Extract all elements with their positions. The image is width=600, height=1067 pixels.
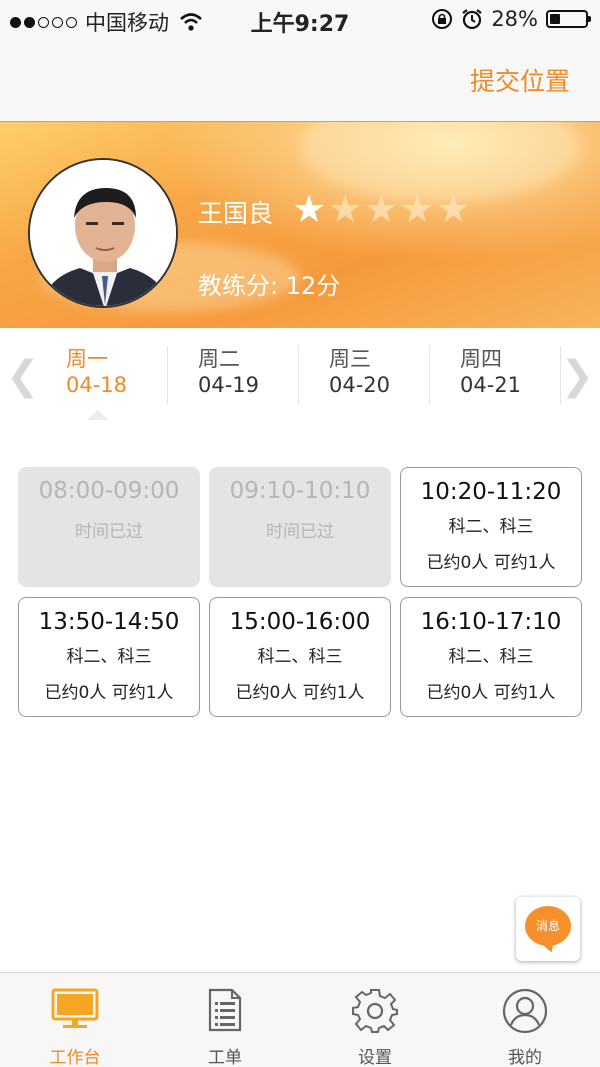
- slot-subjects: 科二、科三: [257, 647, 343, 667]
- tab-work-order[interactable]: 工单: [150, 973, 300, 1067]
- day-tab-0[interactable]: 周一 04-18: [34, 346, 164, 404]
- score-value: 12分: [285, 272, 341, 300]
- day-name: 周四: [460, 347, 502, 371]
- day-name: 周一: [66, 347, 108, 371]
- tab-workbench[interactable]: 工作台: [0, 973, 150, 1067]
- star-icon: ★: [292, 187, 327, 231]
- slot-counts: 已约0人 可约1人: [426, 683, 556, 703]
- alarm-icon: [462, 9, 482, 30]
- avatar: [28, 158, 178, 308]
- score-label: 教练分:: [198, 272, 279, 300]
- time-slot[interactable]: 15:00-16:00 科二、科三 已约0人 可约1人: [209, 597, 391, 717]
- rating-stars: ★ ★ ★ ★ ★: [292, 190, 470, 228]
- chevron-right-icon[interactable]: ❯: [560, 356, 594, 396]
- slot-time: 15:00-16:00: [229, 609, 371, 635]
- tab-profile[interactable]: 我的: [450, 973, 600, 1067]
- tab-label: 工作台: [49, 1048, 101, 1067]
- nav-bar: 提交位置: [0, 40, 600, 122]
- day-tab-2[interactable]: 周三 04-20: [297, 346, 427, 404]
- time-slot: 08:00-09:00 时间已过: [18, 467, 200, 587]
- gear-icon: [352, 989, 398, 1033]
- tab-label: 工单: [208, 1048, 242, 1067]
- orientation-lock-icon: [432, 9, 453, 29]
- slot-time: 09:10-10:10: [229, 478, 371, 504]
- time-slot: 09:10-10:10 时间已过: [209, 467, 391, 587]
- tab-bar: 工作台 工单 设置 我的: [0, 972, 600, 1067]
- chat-bubble-icon: 消息: [525, 906, 571, 946]
- coach-photo: [30, 160, 176, 306]
- tab-label: 设置: [358, 1048, 392, 1067]
- week-selector: ❮ 周一 04-18 周二 04-19 周三 04-20 周四 04-21 ❯: [0, 328, 600, 420]
- document-icon: [208, 988, 242, 1032]
- day-name: 周三: [329, 347, 371, 371]
- battery-icon: [546, 10, 591, 28]
- slot-status: 时间已过: [75, 522, 143, 542]
- tab-settings[interactable]: 设置: [300, 973, 450, 1067]
- active-day-caret: [87, 410, 109, 420]
- slot-counts: 已约0人 可约1人: [235, 683, 365, 703]
- star-icon: ★: [436, 187, 471, 231]
- coach-header: 王国良 ★ ★ ★ ★ ★ 教练分: 12分: [0, 122, 600, 328]
- coach-score: 教练分: 12分: [198, 266, 340, 301]
- monitor-icon: [51, 988, 99, 1028]
- day-tab-3[interactable]: 周四 04-21: [428, 346, 558, 404]
- submit-location-button[interactable]: 提交位置: [470, 62, 570, 98]
- time-slot[interactable]: 13:50-14:50 科二、科三 已约0人 可约1人: [18, 597, 200, 717]
- tab-label: 我的: [508, 1048, 542, 1067]
- star-icon: ★: [364, 187, 399, 231]
- slot-time: 16:10-17:10: [420, 609, 562, 635]
- slot-counts: 已约0人 可约1人: [426, 553, 556, 573]
- time-slot[interactable]: 16:10-17:10 科二、科三 已约0人 可约1人: [400, 597, 582, 717]
- day-date: 04-21: [460, 373, 522, 397]
- coach-name: 王国良: [198, 199, 274, 228]
- message-button[interactable]: 消息: [516, 897, 580, 961]
- day-date: 04-18: [66, 373, 128, 397]
- slot-status: 时间已过: [266, 522, 334, 542]
- slot-time: 08:00-09:00: [38, 478, 180, 504]
- user-icon: [502, 988, 548, 1034]
- star-icon: ★: [328, 187, 363, 231]
- slot-subjects: 科二、科三: [66, 647, 152, 667]
- slot-counts: 已约0人 可约1人: [44, 683, 174, 703]
- day-name: 周二: [198, 347, 240, 371]
- day-date: 04-19: [198, 373, 260, 397]
- day-date: 04-20: [329, 373, 391, 397]
- status-bar: 中国移动 上午9:27 28%: [0, 0, 600, 40]
- star-icon: ★: [400, 187, 435, 231]
- time-slot[interactable]: 10:20-11:20 科二、科三 已约0人 可约1人: [400, 467, 582, 587]
- slot-subjects: 科二、科三: [448, 517, 534, 537]
- slot-time: 13:50-14:50: [38, 609, 180, 635]
- day-tab-1[interactable]: 周二 04-19: [166, 346, 296, 404]
- slot-subjects: 科二、科三: [448, 647, 534, 667]
- slot-time: 10:20-11:20: [420, 479, 562, 505]
- battery-percent: 28%: [491, 7, 538, 31]
